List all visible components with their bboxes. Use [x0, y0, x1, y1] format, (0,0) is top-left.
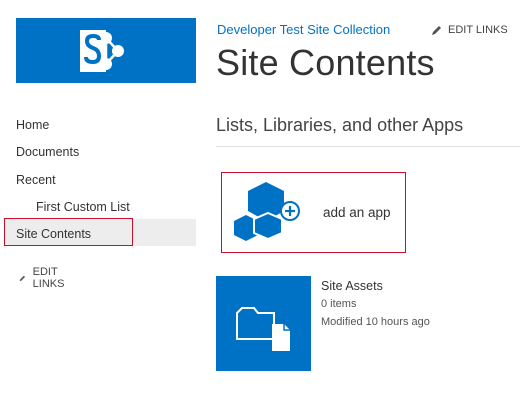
nav-item-recent[interactable]: Recent — [16, 173, 56, 187]
nav-item-first-custom-list[interactable]: First Custom List — [36, 200, 130, 214]
add-app-icon — [234, 182, 300, 241]
sharepoint-logo-icon — [80, 30, 124, 72]
pencil-icon — [432, 25, 441, 35]
add-an-app-label: add an app — [323, 205, 391, 220]
nav-item-home[interactable]: Home — [16, 118, 49, 132]
site-assets-tile[interactable] — [216, 276, 311, 371]
edit-links-top-label: EDIT LINKS — [448, 24, 508, 36]
document-library-icon — [236, 307, 290, 351]
site-assets-item-count: 0 items — [321, 298, 357, 310]
add-an-app-button[interactable]: add an app — [221, 172, 406, 253]
nav-item-documents[interactable]: Documents — [16, 145, 79, 159]
site-logo[interactable] — [16, 18, 196, 83]
edit-links-nav-label: EDIT LINKS — [32, 266, 65, 290]
edit-links-nav-button[interactable]: EDIT LINKS — [19, 266, 69, 290]
section-divider — [216, 146, 520, 147]
site-assets-modified: Modified 10 hours ago — [321, 316, 430, 328]
site-contents-highlight-box — [4, 218, 133, 246]
site-assets-link[interactable]: Site Assets — [321, 279, 383, 293]
page-title: Site Contents — [216, 42, 435, 83]
section-heading: Lists, Libraries, and other Apps — [216, 115, 464, 135]
pencil-icon — [19, 275, 26, 281]
edit-links-top-button[interactable]: EDIT LINKS — [431, 24, 508, 36]
site-collection-link[interactable]: Developer Test Site Collection — [217, 22, 390, 37]
